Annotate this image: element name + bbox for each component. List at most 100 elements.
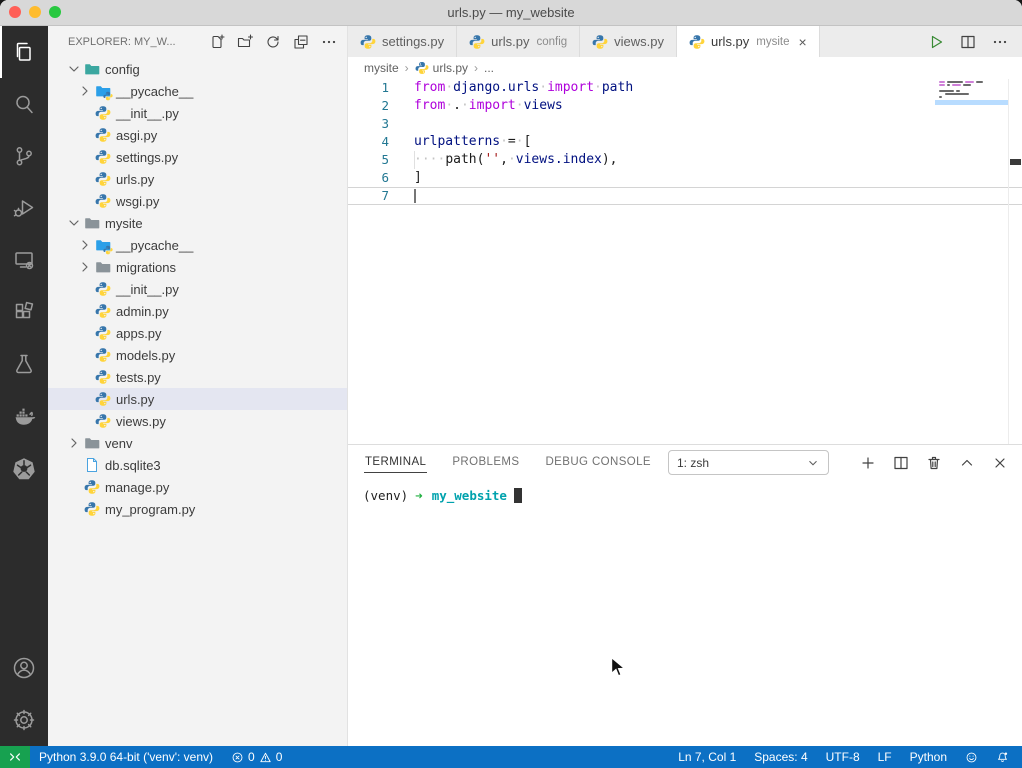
- chevron-spacer: [77, 369, 93, 385]
- account-icon[interactable]: [0, 642, 48, 694]
- close-tab-icon[interactable]: ×: [799, 35, 807, 49]
- files-icon[interactable]: [0, 26, 48, 78]
- tree-item-pycache[interactable]: __pycache__: [48, 80, 347, 102]
- chevron-down-icon[interactable]: [66, 215, 82, 231]
- more-actions-icon[interactable]: [321, 34, 337, 50]
- tree-item-tests-py[interactable]: tests.py: [48, 366, 347, 388]
- tab-urls-py-mysite[interactable]: urls.py mysite ×: [677, 26, 820, 57]
- refresh-explorer-icon[interactable]: [265, 34, 281, 50]
- chevron-right-icon[interactable]: [77, 237, 93, 253]
- tree-item-label: mysite: [105, 215, 143, 231]
- zoom-window-button[interactable]: [49, 6, 61, 18]
- tree-item-db-sqlite3[interactable]: db.sqlite3: [48, 454, 347, 476]
- chevron-right-icon[interactable]: [77, 83, 93, 99]
- minimap[interactable]: [935, 81, 1009, 105]
- code-line-7[interactable]: 7: [348, 187, 1022, 205]
- search-icon[interactable]: [0, 78, 48, 130]
- chevron-spacer: [77, 193, 93, 209]
- tree-item-apps-py[interactable]: apps.py: [48, 322, 347, 344]
- extensions-icon[interactable]: [0, 286, 48, 338]
- tree-item-venv[interactable]: venv: [48, 432, 347, 454]
- tree-item-config[interactable]: config: [48, 58, 347, 80]
- remote-indicator[interactable]: [0, 746, 30, 768]
- new-terminal-icon[interactable]: [860, 455, 876, 471]
- breadcrumb-item-urls-py[interactable]: urls.py: [415, 61, 468, 75]
- panel-tab-problems[interactable]: PROBLEMS: [451, 452, 520, 473]
- tree-item-wsgi-py[interactable]: wsgi.py: [48, 190, 347, 212]
- code-line-6[interactable]: 6]: [348, 169, 1022, 187]
- terminal-content[interactable]: (venv) ➜ my_website: [348, 480, 1022, 746]
- chevron-down-icon: [809, 460, 817, 465]
- close-window-button[interactable]: [9, 6, 21, 18]
- tree-item-mysite[interactable]: mysite: [48, 212, 347, 234]
- split-editor-icon[interactable]: [960, 34, 976, 50]
- terminal-selector-dropdown[interactable]: 1: zsh: [668, 450, 829, 475]
- title-bar[interactable]: urls.py — my_website: [0, 0, 1022, 26]
- breadcrumb-item-[interactable]: ...: [484, 61, 494, 75]
- window-title: urls.py — my_website: [447, 5, 575, 20]
- overview-ruler-marker[interactable]: [1010, 159, 1021, 165]
- eol[interactable]: LF: [869, 746, 901, 768]
- tree-item-settings-py[interactable]: settings.py: [48, 146, 347, 168]
- new-file-icon[interactable]: [209, 34, 225, 50]
- code-editor[interactable]: 1 from·django.urls·import·path 2 from·.·imp…: [348, 79, 1022, 444]
- code-line-2[interactable]: 2 from·.·import·views: [348, 97, 1022, 115]
- tree-item-my-program-py[interactable]: my_program.py: [48, 498, 347, 520]
- test-beaker-icon[interactable]: [0, 338, 48, 390]
- tree-item-views-py[interactable]: views.py: [48, 410, 347, 432]
- problems-indicator[interactable]: 0 0: [222, 746, 291, 768]
- maximize-panel-icon[interactable]: [959, 455, 975, 471]
- split-terminal-icon[interactable]: [893, 455, 909, 471]
- python-interpreter-selector[interactable]: Python 3.9.0 64-bit ('venv': venv): [30, 746, 222, 768]
- tab-urls-py-config[interactable]: urls.py config: [457, 26, 581, 57]
- run-python-file-icon[interactable]: [928, 34, 944, 50]
- indentation[interactable]: Spaces: 4: [745, 746, 816, 768]
- tree-item-urls-py[interactable]: urls.py: [48, 388, 347, 410]
- tree-item-admin-py[interactable]: admin.py: [48, 300, 347, 322]
- panel-tab-debug-console[interactable]: DEBUG CONSOLE: [544, 452, 652, 473]
- more-actions-icon[interactable]: [992, 34, 1008, 50]
- breadcrumb-item-mysite[interactable]: mysite: [364, 61, 399, 75]
- tab-views-py[interactable]: views.py: [580, 26, 677, 57]
- tab-description: config: [536, 35, 568, 48]
- minimize-window-button[interactable]: [29, 6, 41, 18]
- tree-item-pycache[interactable]: __pycache__: [48, 234, 347, 256]
- kubernetes-icon[interactable]: [0, 442, 48, 494]
- source-control-icon[interactable]: [0, 130, 48, 182]
- code-line-3[interactable]: 3: [348, 115, 1022, 133]
- kill-terminal-icon[interactable]: [926, 455, 942, 471]
- tree-item-migrations[interactable]: migrations: [48, 256, 347, 278]
- chevron-down-icon[interactable]: [66, 61, 82, 77]
- tree-item-init-py[interactable]: __init__.py: [48, 102, 347, 124]
- python-icon: [95, 347, 111, 363]
- status-bar: Python 3.9.0 64-bit ('venv': venv) 0 0 L…: [0, 746, 1022, 768]
- tree-item-urls-py[interactable]: urls.py: [48, 168, 347, 190]
- code-token: ·: [507, 152, 516, 167]
- close-panel-icon[interactable]: [992, 455, 1008, 471]
- chevron-right-icon[interactable]: [66, 435, 82, 451]
- tree-item-models-py[interactable]: models.py: [48, 344, 347, 366]
- docker-icon[interactable]: [0, 390, 48, 442]
- tree-item-manage-py[interactable]: manage.py: [48, 476, 347, 498]
- python-icon: [84, 501, 100, 517]
- notifications-bell-icon[interactable]: [987, 746, 1018, 768]
- feedback-icon[interactable]: [956, 746, 987, 768]
- panel-tab-terminal[interactable]: TERMINAL: [364, 452, 428, 473]
- tree-item-init-py[interactable]: __init__.py: [48, 278, 347, 300]
- remote-explorer-icon[interactable]: [0, 234, 48, 286]
- cursor-position[interactable]: Ln 7, Col 1: [669, 746, 745, 768]
- code-line-5[interactable]: 5 ····path('',·views.index),: [348, 151, 1022, 169]
- collapse-folders-icon[interactable]: [293, 34, 309, 50]
- python-icon: [84, 479, 100, 495]
- settings-gear-icon[interactable]: [0, 694, 48, 746]
- new-folder-icon[interactable]: [237, 34, 254, 50]
- chevron-right-icon[interactable]: [77, 259, 93, 275]
- code-line-4[interactable]: 4 urlpatterns·=·[: [348, 133, 1022, 151]
- tree-item-asgi-py[interactable]: asgi.py: [48, 124, 347, 146]
- tab-settings-py[interactable]: settings.py: [348, 26, 458, 57]
- run-debug-icon[interactable]: [0, 182, 48, 234]
- encoding[interactable]: UTF-8: [817, 746, 869, 768]
- language-mode[interactable]: Python: [901, 746, 956, 768]
- chevron-spacer: [77, 413, 93, 429]
- code-line-1[interactable]: 1 from·django.urls·import·path: [348, 79, 1022, 97]
